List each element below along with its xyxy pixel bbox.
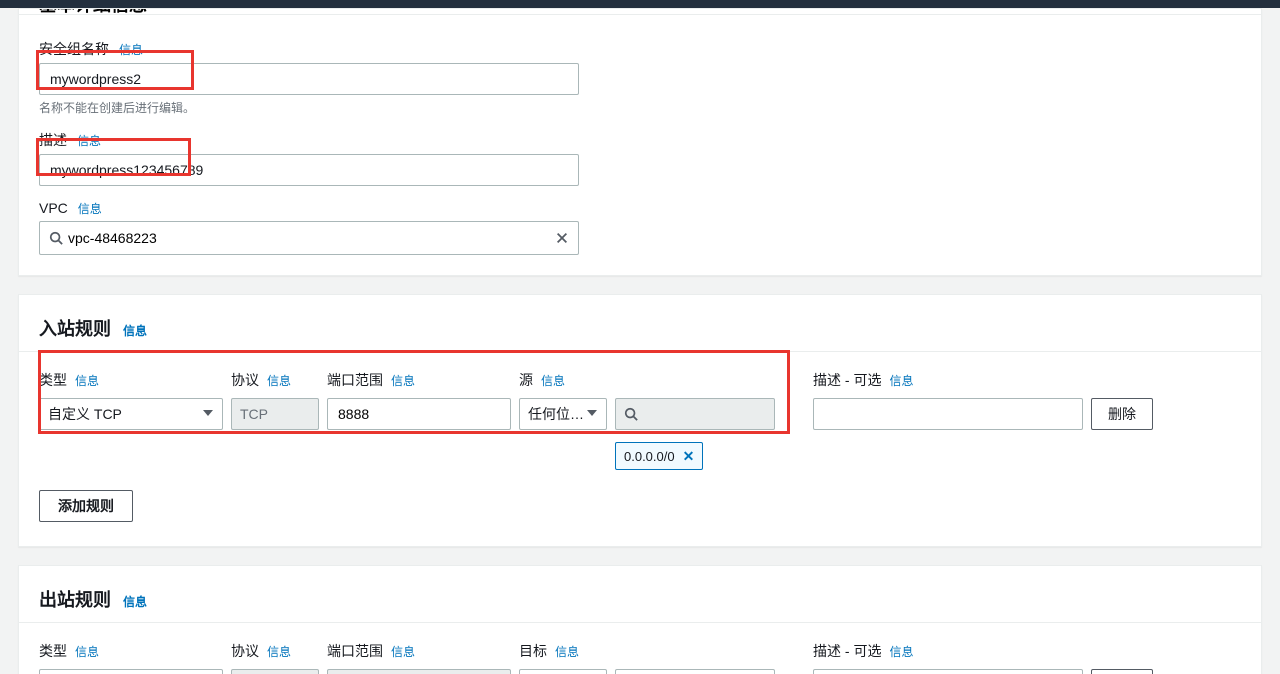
inbound-source-search-input[interactable]: [638, 406, 827, 422]
outbound-col-type-info[interactable]: 信息: [75, 643, 99, 660]
inbound-col-type: 类型: [39, 370, 67, 390]
outbound-rule-row: 所有流量 全部 自定义: [39, 669, 1241, 674]
outbound-delete-button[interactable]: 删除: [1091, 669, 1153, 674]
description-field: 描述 信息: [39, 130, 1241, 186]
vpc-value-input[interactable]: [64, 230, 554, 246]
inbound-col-protocol-info[interactable]: 信息: [267, 372, 291, 389]
inbound-info-link[interactable]: 信息: [123, 322, 147, 339]
vpc-select[interactable]: [39, 221, 579, 255]
outbound-col-protocol: 协议: [231, 641, 259, 661]
inbound-col-portrange: 端口范围: [327, 370, 383, 390]
inbound-desc-input[interactable]: [813, 398, 1083, 430]
description-input[interactable]: [39, 154, 579, 186]
outbound-col-dest: 目标: [519, 641, 547, 661]
outbound-info-link[interactable]: 信息: [123, 593, 147, 610]
inbound-delete-button[interactable]: 删除: [1091, 398, 1153, 430]
outbound-col-type: 类型: [39, 641, 67, 661]
outbound-rules-panel: 出站规则 信息 类型信息 协议信息 端口范围信息 目标信息 描述 - 可选信息 …: [18, 565, 1262, 674]
inbound-port-input[interactable]: [327, 398, 511, 430]
chevron-down-icon: [586, 406, 598, 422]
inbound-type-select[interactable]: 自定义 TCP: [39, 398, 223, 430]
inbound-col-desc: 描述 - 可选: [813, 370, 881, 390]
inbound-protocol-value: TCP: [240, 406, 268, 422]
vpc-field: VPC 信息: [39, 200, 1241, 255]
description-label: 描述: [39, 130, 67, 150]
security-group-name-field: 安全组名称 信息 名称不能在创建后进行编辑。: [39, 39, 1241, 116]
add-inbound-rule-button[interactable]: 添加规则: [39, 490, 133, 522]
inbound-source-select-value: 任何位…: [528, 404, 584, 424]
outbound-type-select[interactable]: 所有流量: [39, 669, 223, 674]
inbound-col-protocol: 协议: [231, 370, 259, 390]
inbound-source-cidr-tag: 0.0.0.0/0 ✕: [615, 442, 703, 470]
outbound-port-input: [327, 669, 511, 674]
inbound-column-headers: 类型信息 协议信息 端口范围信息 源信息 描述 - 可选信息: [39, 370, 1241, 398]
inbound-title: 入站规则: [39, 315, 111, 341]
outbound-desc-input[interactable]: [813, 669, 1083, 674]
outbound-col-portrange: 端口范围: [327, 641, 383, 661]
inbound-source-cidr-text: 0.0.0.0/0: [624, 449, 675, 464]
search-icon: [624, 406, 638, 422]
basic-details-panel: 基本详细信息 安全组名称 信息 名称不能在创建后进行编辑。 描述 信息: [18, 8, 1262, 276]
outbound-protocol: 全部: [231, 669, 319, 674]
vpc-label: VPC: [39, 200, 68, 216]
search-icon: [48, 230, 64, 246]
inbound-col-source-info[interactable]: 信息: [541, 372, 565, 389]
outbound-col-dest-info[interactable]: 信息: [555, 643, 579, 660]
inbound-source-select[interactable]: 任何位…: [519, 398, 607, 430]
vpc-info-link[interactable]: 信息: [78, 200, 102, 217]
remove-tag-icon[interactable]: ✕: [683, 449, 695, 463]
inbound-source-search[interactable]: [615, 398, 775, 430]
inbound-rules-panel: 入站规则 信息 类型信息 协议信息 端口范围信息 源信息 描述 - 可选信息 自…: [18, 294, 1262, 547]
top-dark-bar: [0, 0, 1280, 8]
inbound-type-value: 自定义 TCP: [48, 404, 122, 424]
security-group-name-input[interactable]: [39, 63, 579, 95]
outbound-col-desc: 描述 - 可选: [813, 641, 881, 661]
inbound-protocol: TCP: [231, 398, 319, 430]
inbound-col-desc-info[interactable]: 信息: [889, 372, 913, 389]
chevron-down-icon: [202, 406, 214, 422]
inbound-col-portrange-info[interactable]: 信息: [391, 372, 415, 389]
outbound-col-desc-info[interactable]: 信息: [889, 643, 913, 660]
clear-icon[interactable]: [554, 230, 570, 246]
inbound-col-source: 源: [519, 370, 533, 390]
outbound-title: 出站规则: [39, 586, 111, 612]
security-group-name-help: 名称不能在创建后进行编辑。: [39, 99, 1241, 116]
outbound-col-protocol-info[interactable]: 信息: [267, 643, 291, 660]
outbound-col-portrange-info[interactable]: 信息: [391, 643, 415, 660]
outbound-column-headers: 类型信息 协议信息 端口范围信息 目标信息 描述 - 可选信息: [39, 641, 1241, 669]
outbound-dest-search[interactable]: [615, 669, 775, 674]
security-group-name-info-link[interactable]: 信息: [119, 41, 143, 58]
security-group-name-label: 安全组名称: [39, 39, 109, 59]
inbound-rule-row: 自定义 TCP TCP 任何位…: [39, 398, 1241, 470]
description-info-link[interactable]: 信息: [77, 132, 101, 149]
scroll-area[interactable]: 基本详细信息 安全组名称 信息 名称不能在创建后进行编辑。 描述 信息: [0, 8, 1280, 674]
inbound-col-type-info[interactable]: 信息: [75, 372, 99, 389]
outbound-dest-select[interactable]: 自定义: [519, 669, 607, 674]
